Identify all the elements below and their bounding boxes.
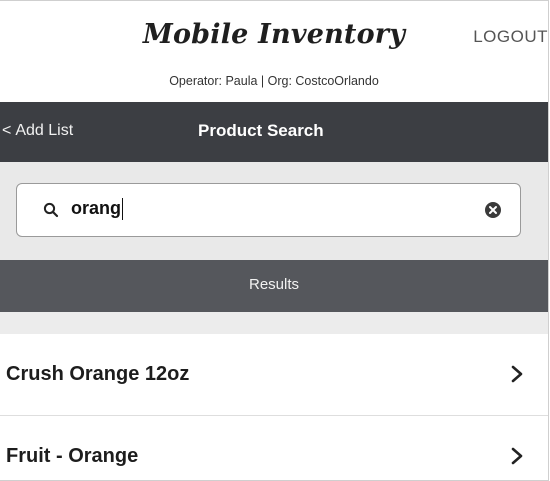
search-area: orang	[0, 162, 548, 260]
chevron-left-icon: <	[2, 122, 12, 139]
search-input-value: orang	[71, 198, 122, 218]
list-item-label: Fruit - Orange	[6, 445, 139, 467]
chevron-right-icon	[511, 447, 523, 465]
back-button[interactable]: < Add List	[2, 122, 73, 140]
text-caret	[122, 198, 124, 221]
results-header: Results	[0, 260, 548, 312]
app-frame: Mobile Inventory LOGOUT Operator: Paula …	[0, 0, 549, 481]
results-list: Crush Orange 12oz Fruit - Orange	[0, 334, 548, 480]
search-box[interactable]: orang	[16, 183, 521, 237]
app-title: Mobile Inventory	[142, 19, 406, 50]
results-label: Results	[248, 276, 300, 293]
chevron-right-icon	[511, 365, 523, 383]
logout-link[interactable]: LOGOUT	[473, 27, 548, 47]
list-item[interactable]: Fruit - Orange	[0, 416, 548, 480]
page-title: Product Search	[198, 121, 324, 140]
clear-icon[interactable]	[484, 201, 502, 219]
search-input[interactable]: orang	[71, 198, 471, 222]
list-item-label: Crush Orange 12oz	[6, 363, 190, 385]
list-item[interactable]: Crush Orange 12oz	[0, 334, 548, 416]
search-icon	[43, 202, 59, 218]
back-label: Add List	[15, 122, 74, 139]
list-spacer	[0, 312, 548, 334]
navbar: < Add List Product Search	[0, 102, 548, 162]
operator-info: Operator: Paula | Org: CostcoOrlando	[169, 74, 379, 88]
